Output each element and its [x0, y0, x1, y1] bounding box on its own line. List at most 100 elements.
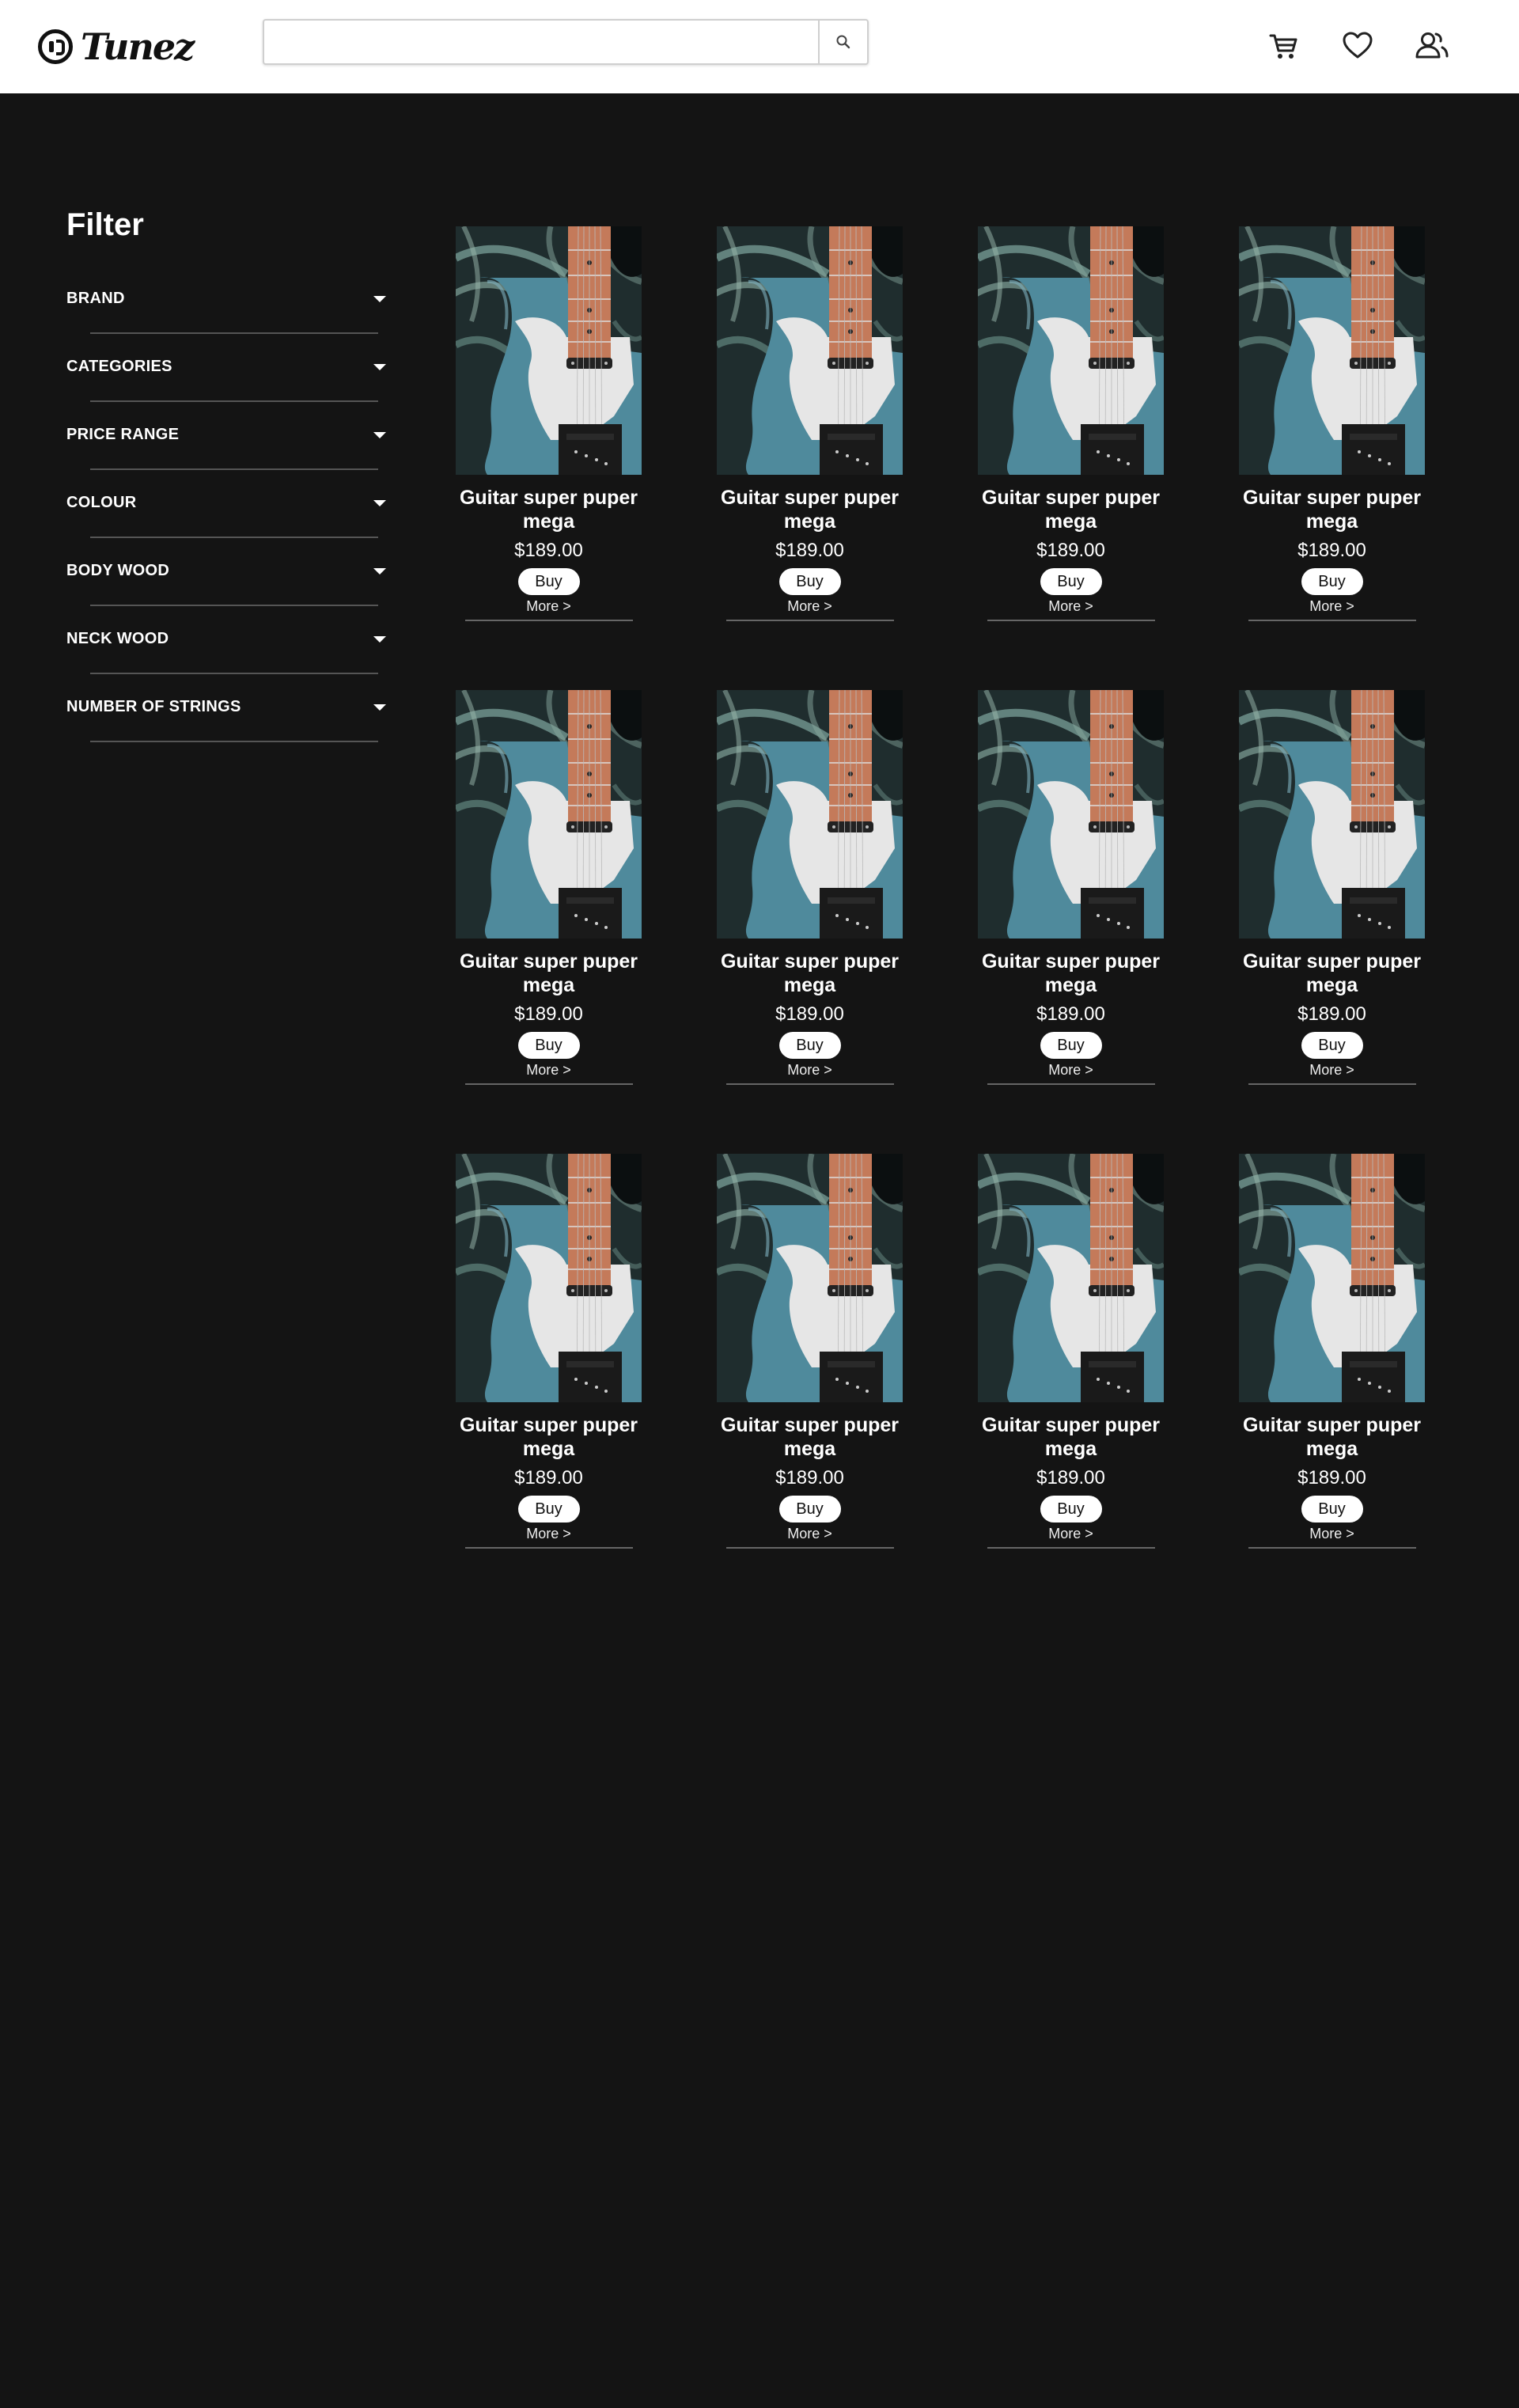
filter-body-wood[interactable]: BODY WOOD — [66, 549, 386, 617]
filter-neck-wood[interactable]: NECK WOOD — [66, 617, 386, 685]
product-card: Guitar super puper mega $189.00 Buy More… — [456, 1154, 642, 1617]
guitar-image — [1239, 690, 1425, 939]
guitar-image — [978, 226, 1164, 475]
divider — [987, 1083, 1155, 1085]
wishlist-button[interactable] — [1340, 28, 1375, 63]
more-link[interactable]: More > — [787, 598, 832, 615]
heart-icon — [1343, 32, 1373, 59]
divider — [987, 1547, 1155, 1549]
buy-button[interactable]: Buy — [778, 1032, 841, 1059]
product-name[interactable]: Guitar super puper mega — [711, 486, 909, 533]
more-link[interactable]: More > — [1048, 598, 1093, 615]
guitar-image — [717, 690, 903, 939]
header-actions — [1266, 28, 1449, 63]
product-price: $189.00 — [514, 540, 583, 561]
filter-categories[interactable]: CATEGORIES — [66, 345, 386, 413]
product-image[interactable] — [717, 226, 903, 475]
divider — [90, 741, 378, 742]
filter-number-of-strings[interactable]: NUMBER OF STRINGS — [66, 685, 386, 753]
product-name[interactable]: Guitar super puper mega — [450, 1413, 648, 1461]
divider — [464, 1547, 633, 1549]
product-price: $189.00 — [775, 540, 844, 561]
product-name[interactable]: Guitar super puper mega — [972, 950, 1170, 997]
caret-down-icon — [373, 296, 386, 302]
filter-brand[interactable]: BRAND — [66, 277, 386, 345]
buy-button[interactable]: Buy — [517, 568, 580, 595]
filter-label: NUMBER OF STRINGS — [66, 698, 241, 715]
product-image[interactable] — [717, 1154, 903, 1402]
product-image[interactable] — [978, 226, 1164, 475]
filter-label: BRAND — [66, 290, 125, 307]
more-link[interactable]: More > — [526, 1062, 571, 1079]
product-image[interactable] — [1239, 226, 1425, 475]
buy-button[interactable]: Buy — [1301, 1496, 1363, 1523]
more-link[interactable]: More > — [1309, 598, 1354, 615]
more-link[interactable]: More > — [1309, 1526, 1354, 1542]
guitar-image — [456, 226, 642, 475]
buy-button[interactable]: Buy — [778, 568, 841, 595]
more-link[interactable]: More > — [787, 1526, 832, 1542]
divider — [90, 400, 378, 402]
buy-button[interactable]: Buy — [1040, 1032, 1102, 1059]
product-price: $189.00 — [1297, 1003, 1366, 1025]
guitar-image — [456, 690, 642, 939]
product-price: $189.00 — [1036, 1003, 1105, 1025]
product-card: Guitar super puper mega $189.00 Buy More… — [717, 1154, 903, 1617]
search-input[interactable] — [264, 21, 818, 63]
buy-button[interactable]: Buy — [1301, 1032, 1363, 1059]
product-name[interactable]: Guitar super puper mega — [1233, 1413, 1431, 1461]
more-link[interactable]: More > — [526, 1526, 571, 1542]
logo[interactable]: Tunez — [38, 25, 195, 68]
product-price: $189.00 — [514, 1467, 583, 1488]
buy-button[interactable]: Buy — [517, 1496, 580, 1523]
product-image[interactable] — [1239, 690, 1425, 939]
product-image[interactable] — [1239, 1154, 1425, 1402]
guitar-image — [1239, 1154, 1425, 1402]
guitar-image — [456, 1154, 642, 1402]
buy-button[interactable]: Buy — [1040, 568, 1102, 595]
product-name[interactable]: Guitar super puper mega — [1233, 950, 1431, 997]
more-link[interactable]: More > — [1048, 1062, 1093, 1079]
product-name[interactable]: Guitar super puper mega — [450, 486, 648, 533]
caret-down-icon — [373, 500, 386, 506]
buy-button[interactable]: Buy — [1301, 568, 1363, 595]
product-price: $189.00 — [1036, 540, 1105, 561]
divider — [725, 1083, 894, 1085]
product-image[interactable] — [978, 1154, 1164, 1402]
more-link[interactable]: More > — [526, 598, 571, 615]
product-name[interactable]: Guitar super puper mega — [972, 486, 1170, 533]
buy-button[interactable]: Buy — [778, 1496, 841, 1523]
product-image[interactable] — [717, 690, 903, 939]
more-link[interactable]: More > — [787, 1062, 832, 1079]
buy-button[interactable]: Buy — [517, 1032, 580, 1059]
search-button[interactable] — [818, 21, 867, 63]
product-card: Guitar super puper mega $189.00 Buy More… — [978, 226, 1164, 690]
product-name[interactable]: Guitar super puper mega — [972, 1413, 1170, 1461]
product-image[interactable] — [456, 690, 642, 939]
guitar-image — [1239, 226, 1425, 475]
divider — [90, 673, 378, 674]
divider — [90, 468, 378, 470]
product-name[interactable]: Guitar super puper mega — [450, 950, 648, 997]
product-image[interactable] — [456, 226, 642, 475]
divider — [90, 537, 378, 538]
cart-button[interactable] — [1266, 28, 1301, 63]
product-image[interactable] — [456, 1154, 642, 1402]
product-name[interactable]: Guitar super puper mega — [711, 950, 909, 997]
product-name[interactable]: Guitar super puper mega — [711, 1413, 909, 1461]
product-image[interactable] — [978, 690, 1164, 939]
guitar-image — [717, 226, 903, 475]
divider — [987, 620, 1155, 621]
account-button[interactable] — [1415, 28, 1449, 63]
product-name[interactable]: Guitar super puper mega — [1233, 486, 1431, 533]
more-link[interactable]: More > — [1309, 1062, 1354, 1079]
product-price: $189.00 — [1036, 1467, 1105, 1488]
cart-icon — [1269, 34, 1297, 59]
buy-button[interactable]: Buy — [1040, 1496, 1102, 1523]
filter-label: NECK WOOD — [66, 630, 169, 647]
divider — [1248, 1547, 1416, 1549]
more-link[interactable]: More > — [1048, 1526, 1093, 1542]
filter-colour[interactable]: COLOUR — [66, 481, 386, 549]
product-price: $189.00 — [514, 1003, 583, 1025]
filter-price-range[interactable]: PRICE RANGE — [66, 413, 386, 481]
